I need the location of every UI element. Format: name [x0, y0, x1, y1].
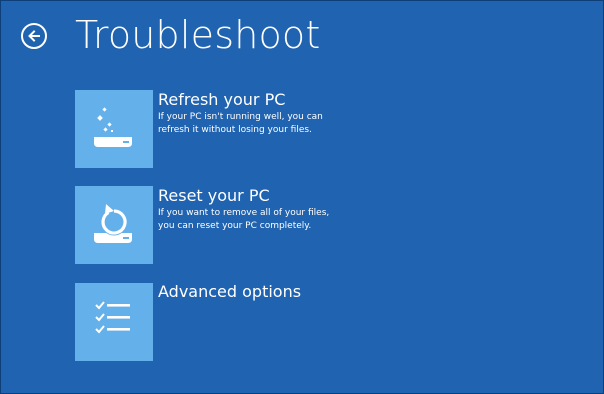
checklist-icon	[95, 301, 130, 334]
page-title: Troubleshoot	[75, 13, 321, 57]
refresh-pc-title: Refresh your PC	[158, 90, 286, 109]
troubleshoot-screen: Troubleshoot Refresh your PC If your PC …	[0, 0, 604, 394]
back-button[interactable]	[21, 23, 47, 49]
reset-pc-icon	[94, 204, 132, 243]
refresh-pc-description: If your PC isn't running well, you can r…	[158, 111, 418, 137]
advanced-options-title: Advanced options	[158, 282, 302, 301]
advanced-options-tile[interactable]	[75, 283, 153, 361]
refresh-pc-icon	[94, 107, 132, 147]
description-line: If your PC isn't running well, you can	[158, 112, 323, 122]
advanced-options-option[interactable]: Advanced options	[75, 282, 595, 361]
refresh-pc-tile[interactable]	[75, 90, 153, 168]
reset-pc-option[interactable]: Reset your PC If you want to remove all …	[75, 186, 595, 264]
description-line: If you want to remove all of your files,	[158, 208, 330, 218]
description-line: you can reset your PC completely.	[158, 221, 312, 231]
description-line: refresh it without losing your files.	[158, 125, 312, 135]
back-arrow-icon	[28, 30, 40, 42]
refresh-pc-option[interactable]: Refresh your PC If your PC isn't running…	[75, 90, 595, 168]
reset-pc-title: Reset your PC	[158, 186, 270, 205]
reset-pc-tile[interactable]	[75, 186, 153, 264]
reset-pc-description: If you want to remove all of your files,…	[158, 207, 418, 233]
